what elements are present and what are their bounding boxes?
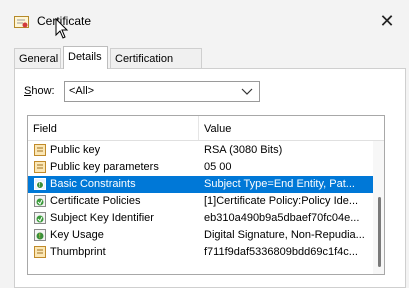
certificate-field-icon [34,161,46,173]
mouse-cursor-icon [55,18,69,39]
title-bar: Certificate ✕ [0,0,409,42]
tab-certification-path[interactable]: Certification Path [110,48,202,85]
vertical-scrollbar[interactable] [373,141,384,274]
field-list[interactable]: Field Value Public key RSA (3080 Bits) P… [27,115,385,275]
extension-icon [34,195,46,207]
extension-critical-icon: ! [34,178,46,190]
show-dropdown-value: <All> [69,85,95,97]
tab-general[interactable]: General [14,48,61,68]
svg-text:!: ! [39,233,41,240]
show-label: Show: [24,85,55,97]
list-item[interactable]: Public key RSA (3080 Bits) [28,142,373,159]
column-header-value[interactable]: Value [204,123,231,135]
column-divider[interactable] [198,116,199,140]
svg-text:!: ! [38,182,40,189]
close-button[interactable]: ✕ [372,8,402,34]
show-dropdown[interactable]: <All> [64,81,260,102]
chevron-down-icon [241,84,253,101]
tab-details[interactable]: Details [63,46,108,69]
list-item[interactable]: Public key parameters 05 00 [28,159,373,176]
list-item[interactable]: ! Key Usage Digital Signature, Non-Repud… [28,227,373,244]
list-item[interactable]: Subject Key Identifier eb310a490b9a5dbae… [28,210,373,227]
close-icon: ✕ [379,10,395,31]
tab-strip: General Details Certification Path [14,46,404,85]
extension-icon [34,212,46,224]
certificate-icon [14,16,29,28]
scrollbar-thumb[interactable] [378,197,381,267]
column-header-field[interactable]: Field [33,123,57,135]
certificate-field-icon [34,246,46,258]
certificate-field-icon [34,144,46,156]
list-header: Field Value [28,116,384,141]
list-item[interactable]: Certificate Policies [1]Certificate Poli… [28,193,373,210]
extension-critical-icon: ! [34,229,46,241]
list-item-selected[interactable]: ! Basic Constraints Subject Type=End Ent… [28,176,373,193]
list-item[interactable]: Thumbprint f711f9daf5336809bdd69c1f4c... [28,244,373,261]
